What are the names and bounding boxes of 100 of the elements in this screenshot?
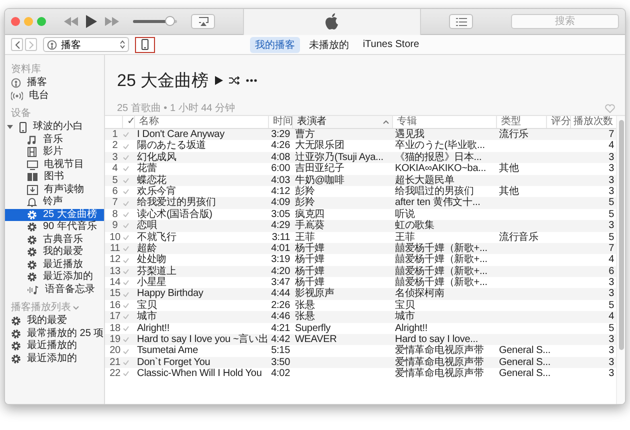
checkmark-icon[interactable]	[123, 360, 129, 366]
rewind-button[interactable]	[64, 17, 78, 26]
checkmark-icon[interactable]	[123, 223, 129, 228]
checkmark-icon[interactable]	[123, 212, 129, 217]
table-cell-text: 王菲	[294, 232, 315, 243]
sidebar-item[interactable]: 我的最爱	[5, 246, 104, 258]
checkmark-icon[interactable]	[123, 234, 129, 240]
row-number: 12	[108, 254, 122, 266]
table-cell-text: 3	[608, 356, 615, 368]
sidebar-item[interactable]: 铃声	[5, 196, 104, 208]
minimize-button[interactable]	[24, 17, 33, 26]
column-header[interactable]: 名称	[137, 116, 159, 128]
sidebar-item[interactable]: 90 年代音乐	[5, 221, 104, 234]
sidebar-item[interactable]: 我的最爱	[5, 315, 104, 328]
sidebar-item[interactable]: 球波的小白	[5, 121, 104, 134]
row-number: 13	[108, 266, 122, 278]
tab[interactable]: 我的播客	[250, 36, 300, 52]
table-cell-text: 幻化成风	[136, 152, 178, 163]
sidebar-item[interactable]: 图书	[5, 171, 104, 184]
scrollbar[interactable]	[616, 116, 625, 404]
sidebar-item[interactable]: 语音备忘录	[5, 284, 104, 296]
sidebar-item[interactable]: 最近播放的	[5, 340, 104, 352]
close-button[interactable]	[11, 17, 20, 26]
sidebar-item[interactable]: 古典音乐	[5, 234, 104, 246]
table-cell-text: 3:11	[270, 232, 291, 243]
table-cell-text: 不就飞行	[136, 232, 178, 243]
table-cell-text: 3	[608, 174, 615, 186]
device-button[interactable]	[135, 36, 155, 52]
tab[interactable]: iTunes Store	[358, 36, 424, 52]
checkmark-icon[interactable]	[123, 200, 129, 206]
table-cell-text: 处处吻	[136, 254, 168, 266]
row-number: 18	[108, 322, 122, 334]
checkmark-icon[interactable]	[123, 154, 129, 160]
more-button[interactable]	[246, 79, 257, 82]
checkmark-icon[interactable]	[123, 166, 129, 172]
sidebar-item[interactable]: 影片	[5, 146, 104, 158]
zoom-button[interactable]	[37, 17, 46, 26]
checkmark-icon[interactable]	[123, 132, 129, 138]
sidebar-item[interactable]: 有声读物	[5, 184, 104, 196]
row-number: 10	[108, 232, 122, 243]
gear-icon	[27, 234, 37, 245]
table-cell-text: 4:46	[270, 311, 291, 323]
table-cell-text: 爱情革命电视原声带	[394, 356, 485, 368]
table-cell-text: 4:20	[270, 266, 291, 278]
play-button[interactable]	[86, 15, 97, 28]
checkmark-icon[interactable]	[123, 189, 129, 194]
column-header[interactable]: ✓	[125, 116, 135, 128]
radio-icon	[11, 90, 23, 101]
source-dropdown[interactable]: 播客	[43, 37, 129, 52]
sidebar-item[interactable]: 最近播放	[5, 258, 104, 271]
sidebar-item[interactable]: 电台	[5, 90, 104, 102]
back-button[interactable]	[11, 38, 23, 51]
checkmark-icon[interactable]	[123, 292, 129, 297]
table-cell-text: after ten 黄伟文十...	[394, 197, 482, 209]
tab[interactable]: 未播放的	[304, 36, 354, 52]
checkmark-icon[interactable]	[123, 268, 129, 274]
row-number: 11	[108, 242, 122, 254]
table-cell-text: 囍爱杨千嬅（新歌+...	[394, 266, 488, 277]
table-cell-text: 杨千嬅	[294, 277, 325, 288]
sidebar-item[interactable]: 最近添加的	[5, 352, 104, 365]
search-field[interactable]: 搜索	[511, 14, 619, 29]
row-number: 5	[111, 174, 119, 186]
sidebar-item[interactable]: 最常播放的 25 项	[5, 328, 104, 340]
table-cell-text: 4:09	[270, 197, 291, 209]
forward-chevron-icon	[28, 40, 34, 48]
sidebar-item[interactable]: 播客	[5, 77, 104, 90]
checkmark-icon[interactable]	[123, 314, 129, 320]
heart-icon[interactable]	[605, 104, 615, 112]
column-header[interactable]: 专辑	[395, 116, 417, 128]
disclosure-triangle-icon[interactable]	[7, 124, 13, 130]
sort-caret-icon[interactable]	[383, 120, 389, 124]
checkmark-icon[interactable]	[123, 371, 129, 376]
checkmark-icon[interactable]	[123, 303, 129, 308]
sidebar-item[interactable]: 音乐	[5, 134, 104, 146]
sidebar-item[interactable]: 最近添加的	[5, 271, 104, 284]
voice-icon	[27, 284, 39, 295]
table-cell-text: 4:21	[270, 322, 291, 334]
column-header[interactable]: 类型	[499, 116, 521, 128]
chevron-icon[interactable]	[73, 306, 79, 310]
section-header: 设备	[11, 108, 31, 120]
airplay-button[interactable]	[191, 14, 215, 29]
checkmark-icon[interactable]	[123, 280, 129, 286]
checkmark-icon[interactable]	[123, 326, 129, 331]
column-header[interactable]: 时间	[271, 116, 293, 128]
checkmark-icon[interactable]	[123, 258, 129, 262]
checkmark-icon[interactable]	[123, 337, 129, 342]
list-view-button[interactable]	[449, 14, 473, 29]
table-cell-text: 《猫的报恩》日本...	[394, 152, 483, 164]
sidebar-item[interactable]: 25 大金曲榜	[5, 208, 104, 221]
shuffle-button[interactable]	[228, 76, 240, 85]
gear-icon	[11, 354, 21, 364]
gear-icon	[27, 272, 37, 282]
column-header[interactable]: 评分	[549, 116, 571, 128]
checkmark-icon[interactable]	[123, 144, 129, 149]
checkmark-icon[interactable]	[123, 348, 129, 354]
fast-forward-button[interactable]	[105, 17, 119, 26]
checkmark-icon[interactable]	[123, 178, 129, 183]
checkmark-icon[interactable]	[123, 246, 129, 252]
sidebar-item[interactable]: 电视节目	[5, 158, 104, 171]
play-button[interactable]	[214, 76, 223, 85]
